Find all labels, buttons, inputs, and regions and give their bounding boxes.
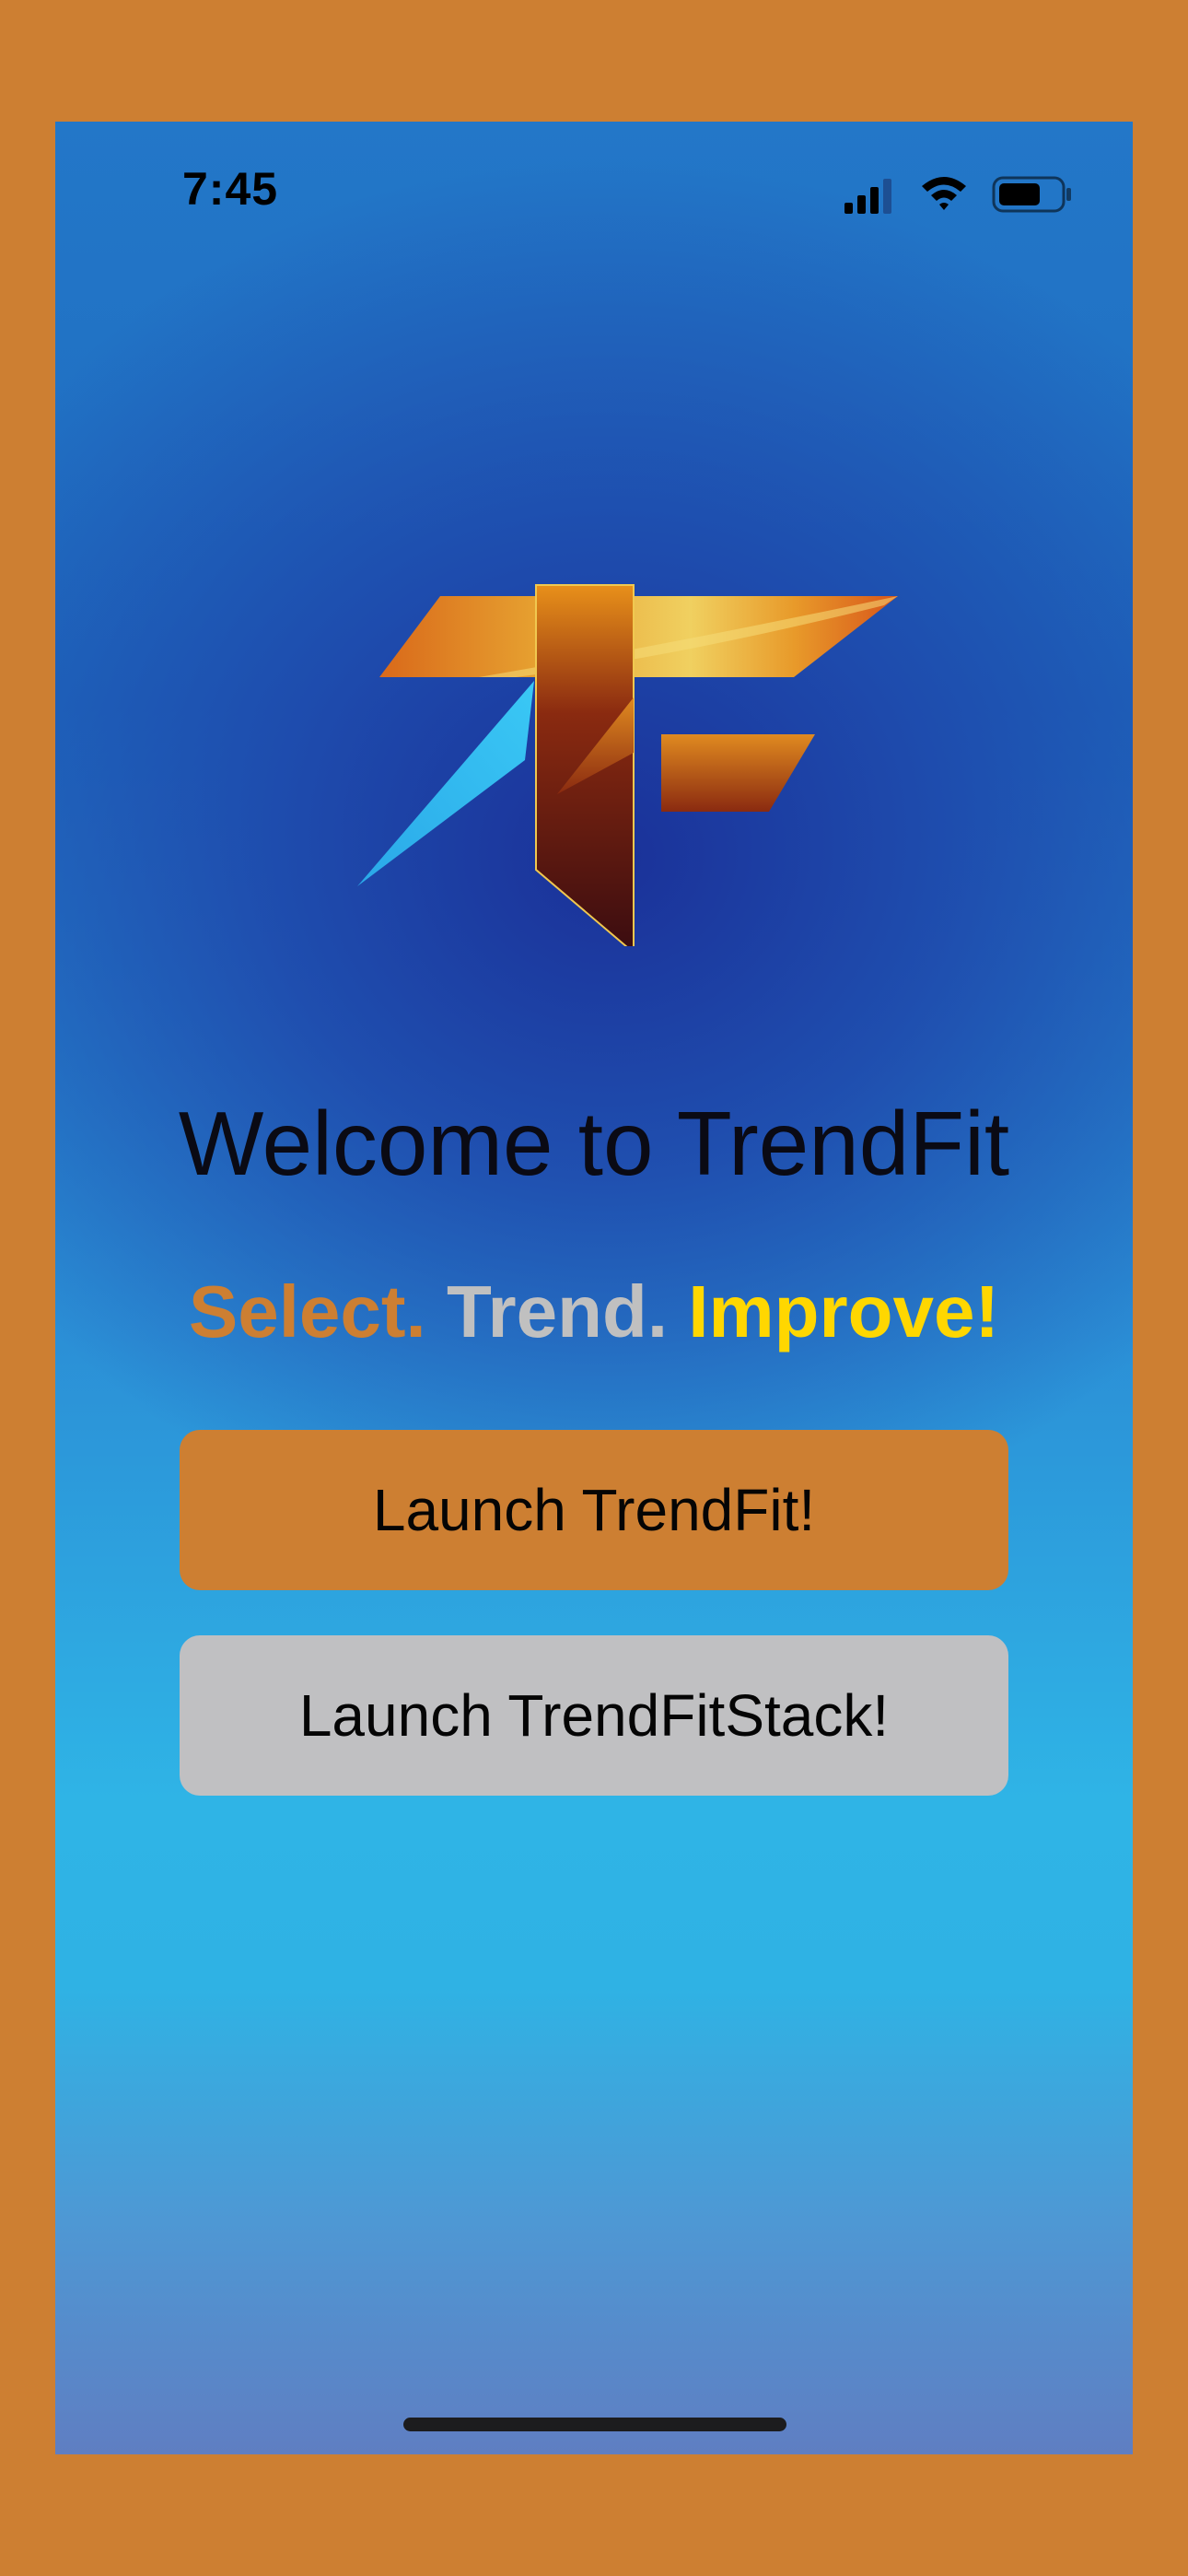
tagline: Select. Trend. Improve! <box>55 1275 1133 1349</box>
launch-trendfit-button[interactable]: Launch TrendFit! <box>180 1430 1008 1590</box>
launch-trendfit-label: Launch TrendFit! <box>372 1477 816 1543</box>
device-frame: 7:45 Welcome to TrendFit Select. Trend. … <box>0 0 1188 2576</box>
cellular-signal-icon <box>844 179 891 214</box>
app-screen: 7:45 Welcome to TrendFit Select. Trend. … <box>55 122 1133 2454</box>
wifi-icon <box>922 177 966 210</box>
trendfit-logo <box>357 584 898 946</box>
tagline-improve: Improve! <box>688 1270 1000 1352</box>
tagline-trend: Trend. <box>447 1270 669 1352</box>
battery-icon <box>992 176 1071 213</box>
home-indicator[interactable] <box>403 2418 786 2431</box>
status-time: 7:45 <box>182 163 279 215</box>
welcome-title: Welcome to TrendFit <box>178 1093 1010 1194</box>
launch-trendfitstack-button[interactable]: Launch TrendFitStack! <box>180 1635 1008 1796</box>
status-bar: 7:45 <box>55 122 1133 269</box>
status-icons <box>843 170 1082 225</box>
launch-trendfitstack-label: Launch TrendFitStack! <box>298 1682 890 1749</box>
tagline-select: Select. <box>188 1270 426 1352</box>
